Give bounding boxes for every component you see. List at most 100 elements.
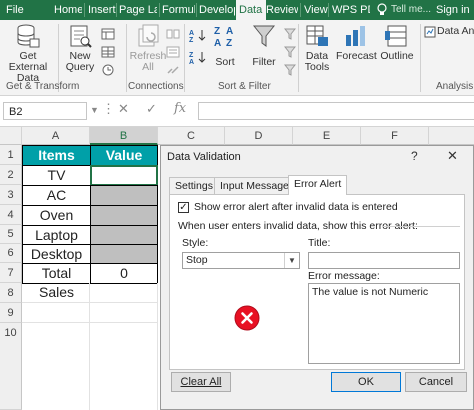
row-header-8[interactable]: 8 [0, 283, 22, 303]
svg-text:Z: Z [189, 52, 194, 59]
title-label: Title: [308, 237, 331, 249]
row-header-1[interactable]: 1 [0, 145, 22, 165]
cell-b2[interactable] [90, 165, 158, 186]
cell-b9[interactable] [90, 303, 158, 323]
data-validation-dialog: Data Validation ? ✕ Settings Input Messa… [160, 145, 474, 410]
funnel-icon [252, 25, 276, 47]
row-header-3[interactable]: 3 [0, 185, 22, 205]
svg-text:A: A [189, 59, 194, 64]
cell-a3[interactable]: AC [22, 185, 91, 206]
cell-a8[interactable] [22, 283, 90, 303]
name-box[interactable]: B2 [3, 102, 87, 120]
connections-icon[interactable] [166, 28, 180, 43]
tab-review[interactable]: Review [266, 0, 298, 20]
cell-a9[interactable] [22, 303, 90, 323]
tab-home[interactable]: Home [54, 0, 82, 20]
row-header-5[interactable]: 5 [0, 225, 22, 244]
sort-ascending-icon[interactable]: AZ [188, 28, 210, 45]
row-header-10[interactable]: 10 [0, 323, 22, 410]
tab-settings[interactable]: Settings [169, 177, 219, 194]
cell-b3[interactable] [90, 185, 158, 206]
reapply-icon[interactable] [283, 46, 297, 61]
cell-b5[interactable] [90, 225, 158, 245]
row-header-4[interactable]: 4 [0, 205, 22, 225]
forecast-button[interactable]: Forecast [336, 23, 377, 62]
cell-b6[interactable] [90, 244, 158, 264]
edit-links-icon[interactable] [166, 64, 180, 79]
column-header-d[interactable]: D [225, 127, 293, 145]
show-error-checkbox[interactable]: ✓ [178, 202, 189, 213]
tab-page-layout[interactable]: Page La [119, 0, 157, 20]
data-tools-label-2: Tools [304, 61, 330, 73]
cell-b1[interactable]: Value [90, 145, 158, 166]
cell-a4[interactable]: Oven [22, 205, 91, 226]
filter-label: Filter [252, 56, 276, 68]
tab-wps-pdf[interactable]: WPS PD [332, 0, 370, 20]
properties-icon[interactable] [166, 46, 180, 61]
row-header-2[interactable]: 2 [0, 165, 22, 185]
forecast-icon [346, 26, 365, 46]
show-queries-icon[interactable] [101, 28, 115, 43]
style-select[interactable]: Stop ▼ [182, 252, 300, 269]
outline-button[interactable]: Outline [377, 23, 417, 62]
formula-bar-grip-icon: ⋮ [102, 101, 115, 116]
column-header-c[interactable]: C [158, 127, 225, 145]
column-header-e[interactable]: E [293, 127, 361, 145]
name-box-dropdown-icon[interactable]: ▼ [90, 105, 99, 115]
cell-a6[interactable]: Desktop [22, 244, 91, 264]
error-message-textarea[interactable]: The value is not Numeric [308, 283, 460, 364]
row-header-9[interactable]: 9 [0, 303, 22, 323]
column-header-g[interactable] [429, 127, 474, 145]
cancel-button[interactable]: Cancel [405, 372, 467, 392]
cancel-entry-icon[interactable]: ✕ [118, 101, 129, 117]
select-all-corner[interactable] [0, 127, 22, 145]
chevron-down-icon: ▼ [284, 253, 299, 268]
cell-a2[interactable]: TV [22, 165, 91, 186]
cell-a10[interactable] [22, 323, 90, 410]
cell-a7[interactable]: Total Sales [22, 263, 91, 300]
data-analysis-button[interactable]: Data Anal [437, 26, 474, 37]
clear-all-button[interactable]: Clear All [171, 372, 231, 392]
new-query-button[interactable]: New Query [60, 23, 100, 73]
confirm-entry-icon[interactable]: ✓ [146, 101, 157, 117]
refresh-all-button[interactable]: Refresh All [128, 23, 168, 73]
help-icon[interactable]: ? [411, 149, 418, 163]
tab-insert[interactable]: Insert [88, 0, 116, 20]
tell-me-search[interactable]: Tell me... [391, 0, 433, 20]
cell-b10[interactable] [90, 323, 158, 410]
tab-error-alert[interactable]: Error Alert [288, 175, 348, 195]
tab-input-message[interactable]: Input Message [214, 177, 295, 194]
tab-view[interactable]: View [304, 0, 328, 20]
title-input[interactable] [308, 252, 460, 269]
sign-in-link[interactable]: Sign in [436, 0, 474, 20]
close-icon[interactable]: ✕ [447, 148, 458, 164]
data-analysis-icon[interactable] [424, 26, 436, 41]
tab-developer[interactable]: Develop [199, 0, 235, 20]
tab-formulas[interactable]: Formul [162, 0, 195, 20]
sort-descending-icon[interactable]: ZA [188, 50, 210, 67]
tab-data[interactable]: Data [236, 0, 266, 20]
column-header-f[interactable]: F [361, 127, 429, 145]
clear-filter-icon[interactable] [283, 28, 297, 43]
get-external-data-button[interactable]: Get External Data [0, 23, 56, 84]
recent-sources-icon[interactable] [101, 64, 115, 79]
tab-file[interactable]: File [6, 0, 32, 20]
insert-function-icon[interactable]: fx [174, 101, 186, 116]
formula-input[interactable] [198, 102, 474, 120]
from-table-icon[interactable] [101, 46, 115, 61]
row-header-6[interactable]: 6 [0, 244, 22, 263]
cell-b7[interactable]: 0 [90, 263, 158, 284]
cell-a1[interactable]: Items [22, 145, 91, 166]
sort-button[interactable]: Z A A Z Sort [210, 23, 240, 68]
lightbulb-icon[interactable] [376, 0, 392, 20]
column-header-a[interactable]: A [22, 127, 90, 145]
cell-b4[interactable] [90, 205, 158, 226]
cell-a5[interactable]: Laptop [22, 225, 91, 245]
advanced-filter-icon[interactable] [283, 64, 297, 79]
cell-b8[interactable] [90, 283, 158, 303]
data-tools-button[interactable]: Data Tools [300, 23, 334, 73]
ok-button[interactable]: OK [331, 372, 401, 392]
filter-button[interactable]: Filter [246, 23, 282, 68]
column-header-b[interactable]: B [90, 127, 158, 145]
row-header-7[interactable]: 7 [0, 263, 22, 283]
